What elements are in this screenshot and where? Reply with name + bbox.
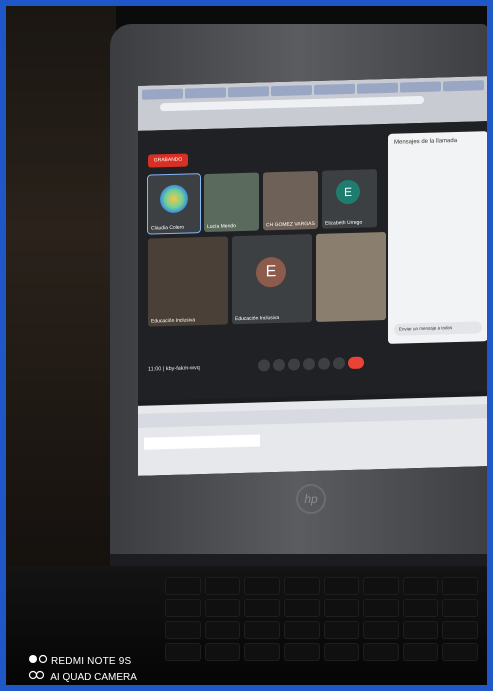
key (205, 644, 240, 660)
browser-tab[interactable] (357, 82, 398, 94)
browser-tab[interactable] (142, 88, 183, 100)
browser-tab[interactable] (185, 87, 226, 99)
key (364, 622, 398, 638)
watermark-line-2: AI QUAD CAMERA (28, 670, 137, 683)
camera-label: AI QUAD CAMERA (50, 672, 137, 683)
participant-name: Educación Inclusiva (235, 314, 280, 323)
downloads-bar (138, 403, 487, 428)
meeting-clock: 11:00 | kby-fakm-wvq (148, 365, 200, 373)
chat-input[interactable]: Enviar un mensaje a todos (394, 321, 482, 336)
present-button[interactable] (303, 357, 315, 371)
participant-tile[interactable]: Lucía Mendo (204, 172, 259, 233)
key (403, 578, 438, 594)
participant-tile[interactable]: Educación Inclusiva (148, 236, 228, 327)
call-toolbar: 11:00 | kby-fakm-wvq (138, 349, 487, 383)
key (403, 644, 438, 660)
key (205, 622, 240, 638)
avatar (160, 184, 188, 214)
key (166, 578, 200, 594)
watermark-dots-icon (29, 654, 48, 664)
raise-hand-button[interactable] (318, 357, 330, 370)
keyboard-row (166, 578, 477, 594)
browser-tab[interactable] (271, 85, 312, 97)
key (403, 600, 438, 616)
key (364, 644, 398, 660)
key (364, 578, 398, 594)
watermark-infinity-icon (28, 670, 45, 680)
browser-tab[interactable] (400, 81, 441, 93)
key (324, 622, 359, 638)
watermark-line-1: REDMI NOTE 9S (28, 654, 137, 667)
key (245, 622, 279, 638)
photo-frame: GRABANDO Claudia Colero Lucía Mendo CH G… (6, 6, 487, 685)
key (166, 644, 200, 660)
camera-watermark: REDMI NOTE 9S AI QUAD CAMERA (28, 654, 137, 683)
browser-tab[interactable] (228, 86, 269, 98)
phone-model: REDMI NOTE 9S (50, 656, 132, 667)
key (245, 600, 279, 616)
more-options-button[interactable] (333, 357, 345, 370)
participant-tile[interactable] (316, 231, 386, 322)
chat-panel: Mensajes de la llamada Enviar un mensaje… (388, 131, 487, 344)
key (284, 622, 319, 638)
key (324, 644, 359, 660)
key (166, 600, 200, 616)
key (245, 578, 279, 594)
key (205, 578, 240, 594)
participant-name: Lucía Mendo (207, 223, 236, 230)
avatar-initial: E (256, 256, 286, 288)
key (324, 600, 359, 616)
key (205, 600, 240, 616)
participant-tile[interactable]: E Educación Inclusiva (232, 234, 312, 325)
key (364, 600, 398, 616)
laptop-screen: GRABANDO Claudia Colero Lucía Mendo CH G… (138, 76, 487, 476)
key (245, 644, 279, 660)
participant-tile[interactable]: CH GOMEZ VARGAS (263, 170, 318, 231)
mic-button[interactable] (258, 359, 270, 372)
captions-button[interactable] (288, 358, 300, 371)
key (443, 644, 477, 660)
key (443, 622, 477, 638)
key (284, 578, 319, 594)
windows-taskbar (138, 396, 487, 476)
chat-title: Mensajes de la llamada (394, 137, 458, 146)
keyboard-row (166, 644, 477, 660)
video-call-area: GRABANDO Claudia Colero Lucía Mendo CH G… (138, 121, 487, 401)
participant-name: CH GOMEZ VARGAS (266, 220, 315, 229)
participant-name: Claudia Colero (151, 224, 185, 232)
keyboard-row (166, 622, 477, 638)
participant-name: Educación Inclusiva (151, 317, 196, 325)
keyboard-row (166, 600, 477, 616)
key (443, 578, 477, 594)
participant-name: Elizabeth Urrego (325, 219, 363, 227)
recording-badge: GRABANDO (148, 153, 188, 168)
participant-tile[interactable]: Claudia Colero (148, 174, 200, 234)
key (324, 578, 359, 594)
hang-up-button[interactable] (348, 356, 364, 370)
browser-tab[interactable] (443, 80, 484, 92)
key (403, 622, 438, 638)
participant-tile[interactable]: E Elizabeth Urrego (322, 169, 377, 229)
key (284, 600, 319, 616)
avatar-initial: E (336, 179, 360, 205)
camera-button[interactable] (273, 358, 285, 372)
hp-logo: hp (296, 484, 326, 514)
browser-tab[interactable] (314, 83, 355, 95)
taskbar-search[interactable] (144, 434, 260, 450)
background-wall (6, 6, 116, 566)
key (443, 600, 477, 616)
key (284, 644, 319, 660)
key (166, 622, 200, 638)
